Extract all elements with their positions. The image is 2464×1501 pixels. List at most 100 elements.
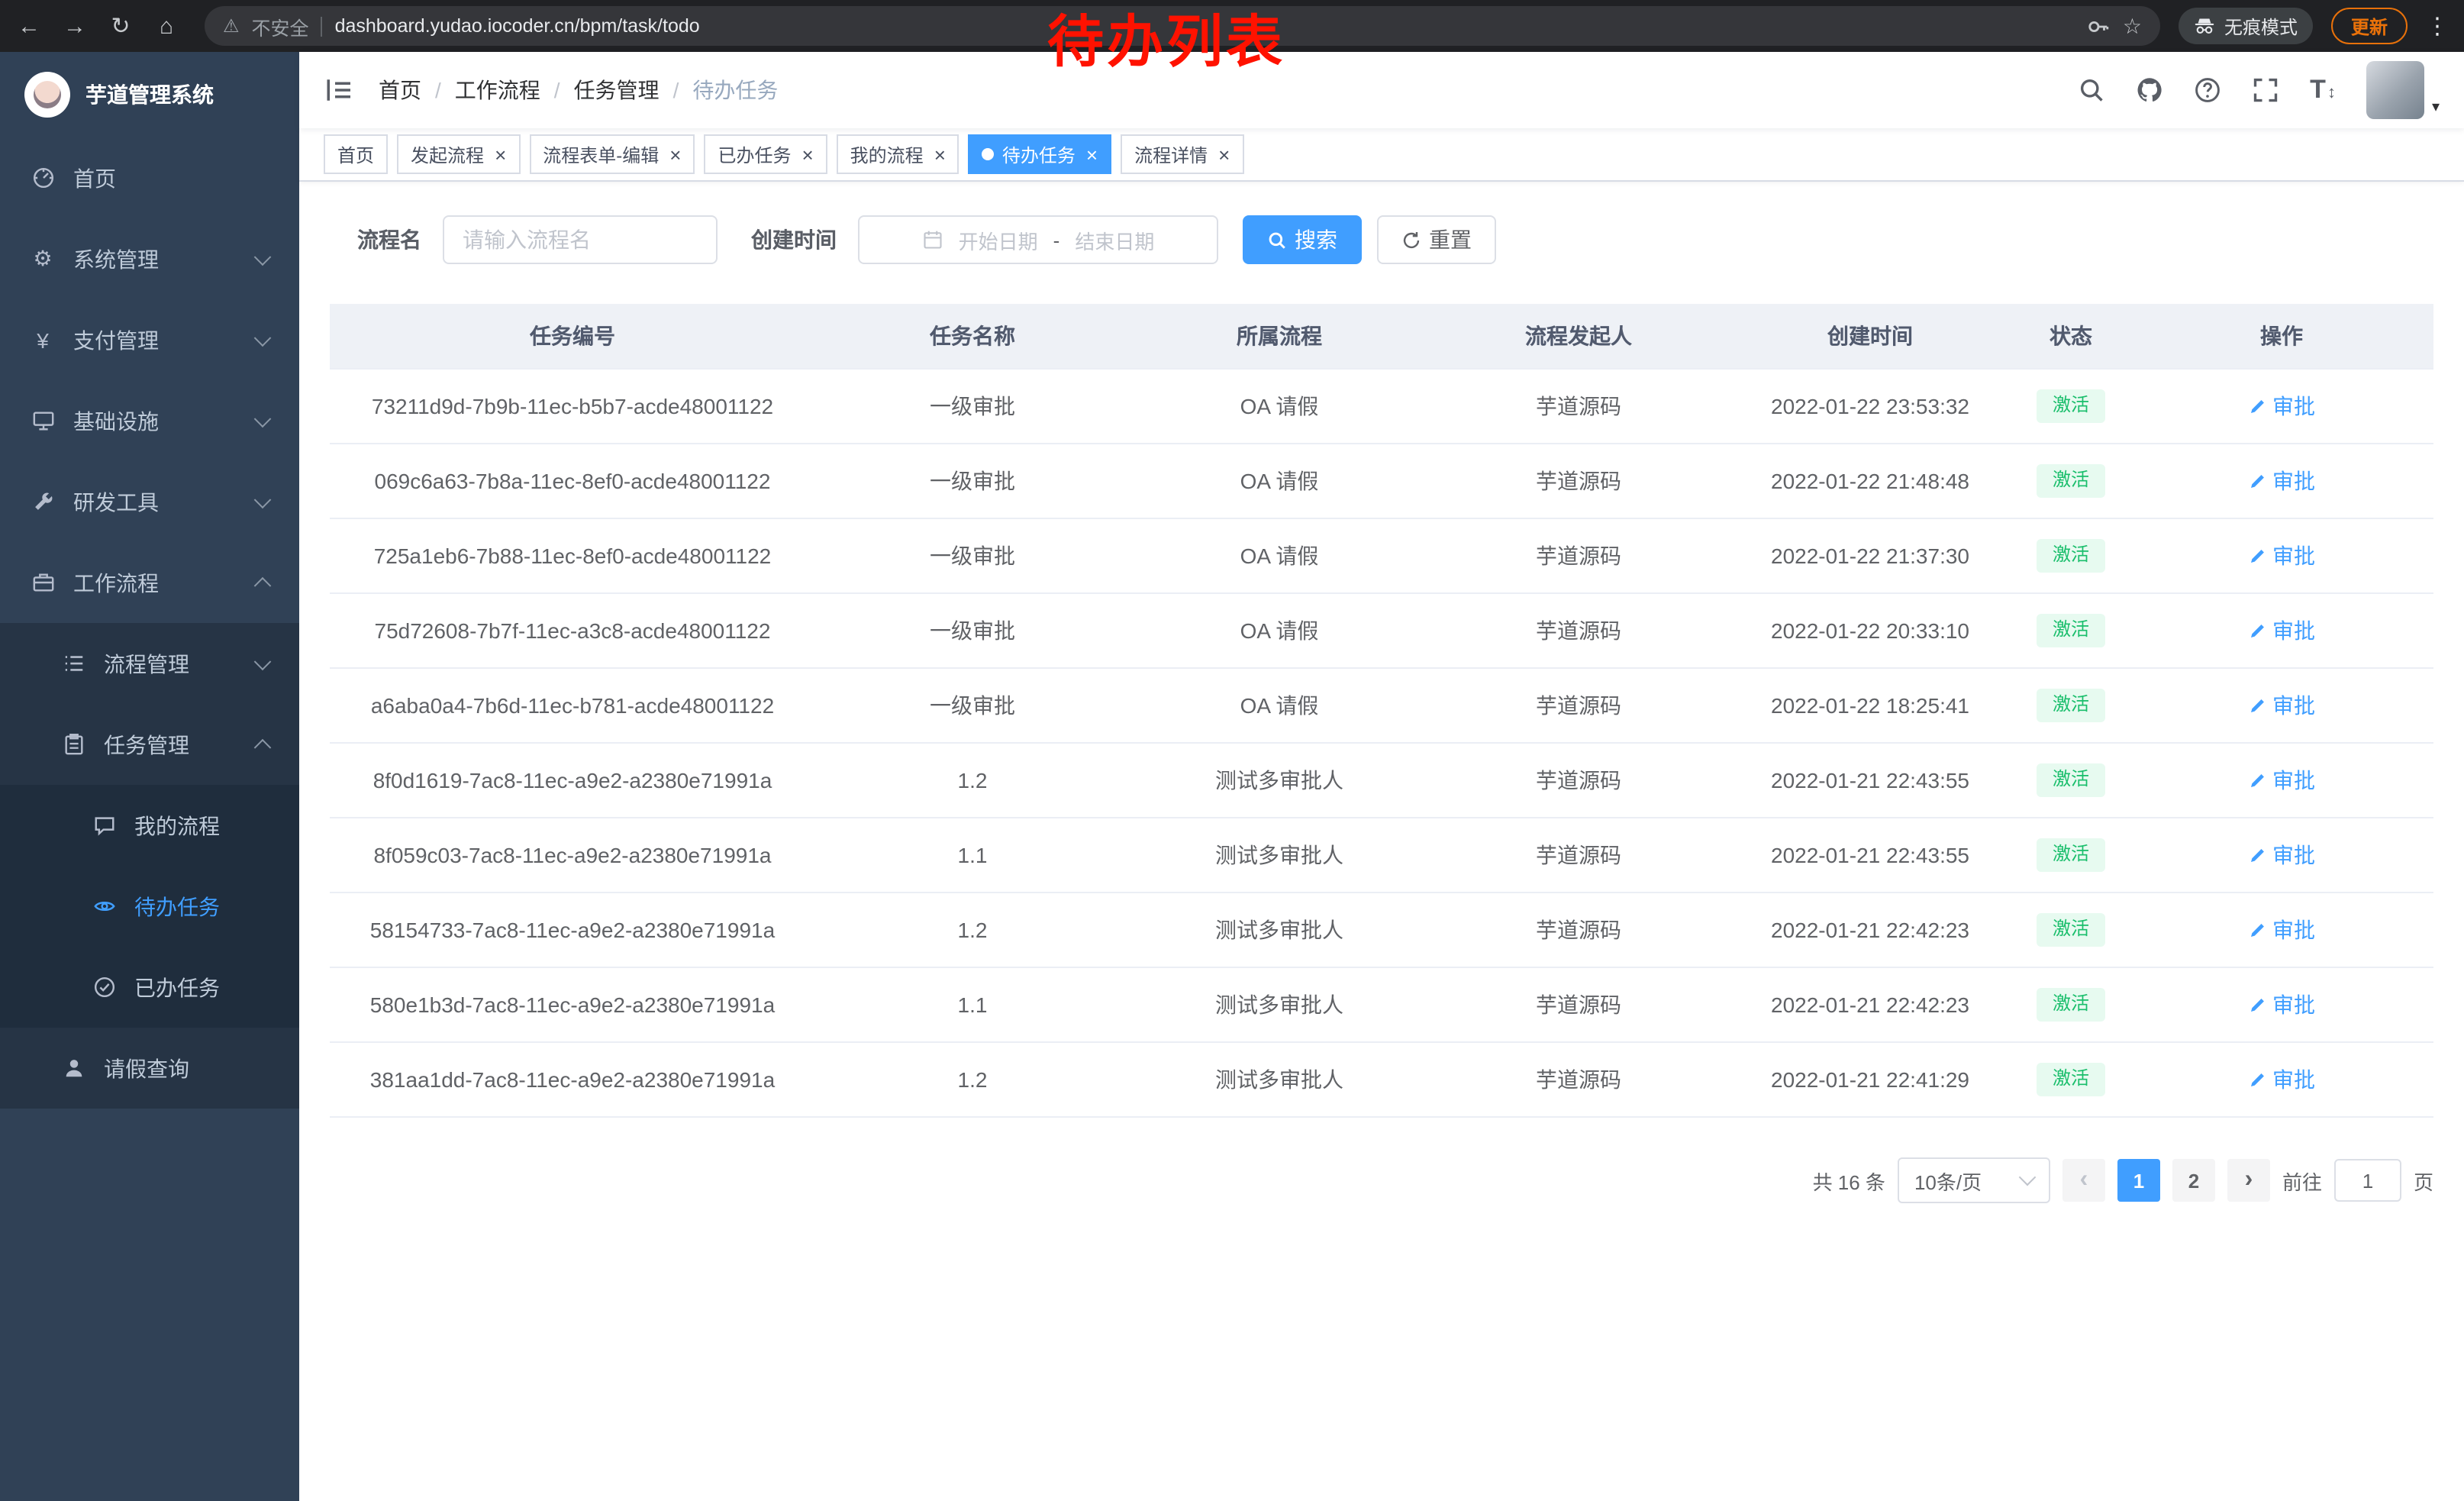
sidebar-item-home[interactable]: 首页 — [0, 137, 299, 218]
goto-page-input[interactable] — [2334, 1159, 2401, 1202]
approve-label: 审批 — [2272, 915, 2315, 945]
process-name-input[interactable] — [443, 215, 718, 264]
approve-button[interactable]: 审批 — [2248, 690, 2315, 721]
sidebar-item-leave-query[interactable]: 请假查询 — [0, 1028, 299, 1109]
breadcrumb-item[interactable]: 首页 — [379, 75, 421, 105]
home-icon[interactable]: ⌂ — [153, 13, 180, 39]
close-icon[interactable]: × — [1218, 144, 1230, 164]
approve-button[interactable]: 审批 — [2248, 466, 2315, 496]
back-icon[interactable]: ← — [15, 13, 43, 39]
font-size-icon[interactable]: T↕ — [2310, 75, 2336, 105]
forward-icon[interactable]: → — [61, 13, 89, 39]
active-dot — [982, 148, 995, 160]
cell-task-id: 73211d9d-7b9b-11ec-b5b7-acde48001122 — [330, 369, 815, 444]
user-menu[interactable]: ▾ — [2366, 61, 2440, 119]
sidebar-item-label: 我的流程 — [134, 810, 220, 841]
sidebar-item-system[interactable]: ⚙ 系统管理 — [0, 218, 299, 299]
chat-icon — [92, 814, 116, 837]
pencil-icon — [2248, 846, 2266, 864]
bookmark-star-icon[interactable]: ☆ — [2123, 13, 2142, 39]
approve-label: 审批 — [2272, 765, 2315, 796]
reset-button[interactable]: 重置 — [1377, 215, 1496, 264]
approve-button[interactable]: 审批 — [2248, 1064, 2315, 1095]
prev-page-button[interactable]: ‹ — [2062, 1159, 2105, 1202]
search-icon[interactable] — [2078, 76, 2105, 104]
next-page-button[interactable]: › — [2227, 1159, 2270, 1202]
chevron-down-icon — [254, 490, 272, 508]
approve-button[interactable]: 审批 — [2248, 840, 2315, 870]
approve-button[interactable]: 审批 — [2248, 989, 2315, 1020]
collapse-sidebar-icon[interactable] — [324, 75, 354, 105]
breadcrumb-item[interactable]: 任务管理 — [574, 75, 660, 105]
page-number-2[interactable]: 2 — [2172, 1159, 2215, 1202]
cell-process: OA 请假 — [1130, 369, 1429, 444]
close-icon[interactable]: × — [669, 144, 681, 164]
breadcrumb-item[interactable]: 工作流程 — [455, 75, 540, 105]
approve-button[interactable]: 审批 — [2248, 541, 2315, 571]
github-icon[interactable] — [2136, 76, 2163, 104]
sidebar-item-my-processes[interactable]: 我的流程 — [0, 785, 299, 866]
reload-icon[interactable]: ↻ — [107, 12, 134, 40]
chevron-down-icon — [254, 247, 272, 265]
approve-button[interactable]: 审批 — [2248, 765, 2315, 796]
sidebar-item-label: 请假查询 — [104, 1053, 189, 1083]
col-process: 所属流程 — [1130, 304, 1429, 369]
sidebar-item-label: 任务管理 — [104, 729, 189, 760]
tab-my-processes[interactable]: 我的流程 × — [837, 134, 959, 174]
cell-task-id: a6aba0a4-7b6d-11ec-b781-acde48001122 — [330, 668, 815, 743]
update-button[interactable]: 更新 — [2331, 8, 2408, 44]
help-icon[interactable] — [2194, 76, 2221, 104]
page-number-1[interactable]: 1 — [2117, 1159, 2160, 1202]
sidebar-item-done-tasks[interactable]: 已办任务 — [0, 947, 299, 1028]
check-circle-icon — [92, 976, 116, 999]
tab-home[interactable]: 首页 — [324, 134, 388, 174]
close-icon[interactable]: × — [934, 144, 946, 164]
cell-task-name: 一级审批 — [815, 444, 1130, 518]
refresh-icon — [1401, 230, 1421, 250]
sidebar-item-workflow[interactable]: 工作流程 — [0, 542, 299, 623]
sidebar-item-task-mgmt[interactable]: 任务管理 — [0, 704, 299, 785]
table-row: 381aa1dd-7ac8-11ec-a9e2-a2380e71991a 1.2… — [330, 1042, 2433, 1117]
tab-todo-tasks[interactable]: 待办任务 × — [969, 134, 1111, 174]
approve-button[interactable]: 审批 — [2248, 915, 2315, 945]
close-icon[interactable]: × — [801, 144, 813, 164]
table-row: 725a1eb6-7b88-11ec-8ef0-acde48001122 一级审… — [330, 518, 2433, 593]
key-icon[interactable] — [2088, 15, 2111, 37]
browser-menu-icon[interactable]: ⋮ — [2426, 12, 2449, 40]
chevron-up-icon — [254, 576, 272, 594]
sidebar-item-label: 待办任务 — [134, 891, 220, 922]
pencil-icon — [2248, 1070, 2266, 1089]
approve-button[interactable]: 审批 — [2248, 391, 2315, 421]
fullscreen-icon[interactable] — [2252, 76, 2279, 104]
tab-label: 待办任务 — [1002, 141, 1076, 167]
sidebar-menu: 首页 ⚙ 系统管理 ¥ 支付管理 基础设施 — [0, 137, 299, 1501]
cell-process: 测试多审批人 — [1130, 893, 1429, 967]
tab-process-detail[interactable]: 流程详情 × — [1121, 134, 1243, 174]
tab-process-form-edit[interactable]: 流程表单-编辑 × — [529, 134, 695, 174]
tab-done-tasks[interactable]: 已办任务 × — [704, 134, 827, 174]
page-size-select[interactable]: 10条/页 — [1898, 1157, 2050, 1203]
security-label[interactable]: 不安全 — [252, 11, 309, 40]
sidebar-item-payment[interactable]: ¥ 支付管理 — [0, 299, 299, 380]
sidebar-item-devtools[interactable]: 研发工具 — [0, 461, 299, 542]
approve-button[interactable]: 审批 — [2248, 615, 2315, 646]
filter-form: 流程名 创建时间 开始日期 - 结束日期 搜索 重 — [330, 215, 2433, 264]
approve-label: 审批 — [2272, 615, 2315, 646]
sidebar-item-process-mgmt[interactable]: 流程管理 — [0, 623, 299, 704]
app-logo-row[interactable]: 芋道管理系统 — [0, 52, 299, 137]
cell-task-name: 1.1 — [815, 967, 1130, 1042]
chevron-down-icon — [254, 652, 272, 670]
col-task-name: 任务名称 — [815, 304, 1130, 369]
create-time-range-picker[interactable]: 开始日期 - 结束日期 — [858, 215, 1218, 264]
close-icon[interactable]: × — [495, 144, 506, 164]
url-text[interactable]: dashboard.yudao.iocoder.cn/bpm/task/todo — [335, 15, 700, 37]
approve-label: 审批 — [2272, 466, 2315, 496]
sidebar-item-infra[interactable]: 基础设施 — [0, 380, 299, 461]
sidebar-item-label: 首页 — [73, 163, 116, 193]
close-icon[interactable]: × — [1086, 144, 1098, 164]
tags-view: 首页 发起流程 × 流程表单-编辑 × 已办任务 × 我的流程 × — [299, 128, 2464, 182]
cell-created: 2022-01-21 22:41:29 — [1728, 1042, 2012, 1117]
tab-start-process[interactable]: 发起流程 × — [397, 134, 520, 174]
search-button[interactable]: 搜索 — [1243, 215, 1362, 264]
sidebar-item-todo-tasks[interactable]: 待办任务 — [0, 866, 299, 947]
